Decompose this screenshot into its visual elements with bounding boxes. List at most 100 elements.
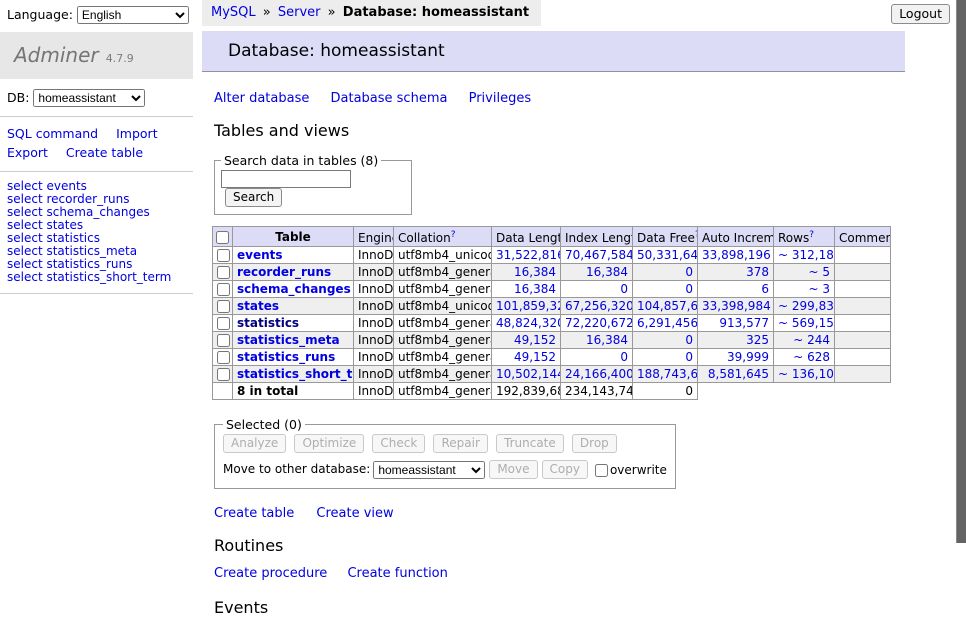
privileges-link[interactable]: Privileges bbox=[469, 91, 532, 106]
index-length-link[interactable]: 67,256,320 bbox=[565, 299, 628, 313]
sidebar-link-sql-command[interactable]: SQL command bbox=[7, 126, 98, 141]
table-link-events[interactable]: events bbox=[237, 248, 283, 262]
rows-count-link[interactable]: ~ 244 bbox=[778, 333, 830, 347]
data-length-link[interactable]: 48,824,320 bbox=[496, 316, 556, 330]
repair-button[interactable]: Repair bbox=[433, 434, 487, 453]
table-link-recorder-runs[interactable]: recorder_runs bbox=[237, 265, 331, 279]
data-free-link[interactable]: 0 bbox=[637, 350, 693, 364]
rows-count-link[interactable]: ~ 136,108 bbox=[778, 367, 830, 381]
rows-count-link[interactable]: ~ 3 bbox=[778, 282, 830, 296]
index-length-link[interactable]: 70,467,584 bbox=[565, 248, 628, 262]
collation-help-link[interactable]: ? bbox=[451, 230, 456, 240]
auto-increment-link[interactable]: 39,999 bbox=[702, 350, 769, 364]
row-checkbox[interactable] bbox=[217, 317, 230, 330]
data-free-link[interactable]: 0 bbox=[637, 265, 693, 279]
search-input[interactable] bbox=[221, 170, 351, 188]
data-length-link[interactable]: 49,152 bbox=[496, 333, 556, 347]
data-length-link[interactable]: 16,384 bbox=[496, 282, 556, 296]
create-view-link[interactable]: Create view bbox=[316, 506, 393, 521]
alter-database-link[interactable]: Alter database bbox=[214, 91, 309, 106]
db-select[interactable]: homeassistant bbox=[33, 89, 145, 107]
sidebar-item-select-schema-changes[interactable]: select schema_changes bbox=[7, 205, 150, 219]
vertical-scrollbar[interactable] bbox=[956, 0, 966, 543]
data-length-link[interactable]: 31,522,816 bbox=[496, 248, 556, 262]
truncate-button[interactable]: Truncate bbox=[496, 434, 564, 453]
sidebar-link-export[interactable]: Export bbox=[7, 145, 48, 160]
data-free-link[interactable]: 104,857,600 bbox=[637, 299, 693, 313]
data-length-link[interactable]: 49,152 bbox=[496, 350, 556, 364]
row-checkbox[interactable] bbox=[217, 334, 230, 347]
rows-count-link[interactable]: ~ 299,833 bbox=[778, 299, 830, 313]
breadcrumb-link-server[interactable]: Server bbox=[278, 5, 321, 20]
data-free-link[interactable]: 188,743,680 bbox=[637, 367, 693, 381]
copy-button[interactable]: Copy bbox=[542, 460, 588, 479]
data-free-link[interactable]: 0 bbox=[637, 282, 693, 296]
auto-increment-link[interactable]: 325 bbox=[702, 333, 769, 347]
auto-increment-link[interactable]: 913,577 bbox=[702, 316, 769, 330]
sidebar-item-select-statistics-runs[interactable]: select statistics_runs bbox=[7, 257, 132, 271]
rows-count-link[interactable]: ~ 312,180 bbox=[778, 248, 830, 262]
breadcrumb-link-mysql[interactable]: MySQL bbox=[211, 5, 256, 20]
row-checkbox[interactable] bbox=[217, 368, 230, 381]
sidebar-item-select-recorder-runs[interactable]: select recorder_runs bbox=[7, 192, 130, 206]
row-checkbox[interactable] bbox=[217, 249, 230, 262]
index-length-link[interactable]: 0 bbox=[565, 350, 628, 364]
data-free-link[interactable]: 6,291,456 bbox=[637, 316, 693, 330]
rows-help-link[interactable]: ? bbox=[809, 230, 814, 240]
table-link-states[interactable]: states bbox=[237, 299, 279, 313]
sidebar-item-select-states[interactable]: select states bbox=[7, 218, 83, 232]
table-link-schema-changes[interactable]: schema_changes bbox=[237, 282, 351, 296]
rows-count-link[interactable]: ~ 569,159 bbox=[778, 316, 830, 330]
data-length-link[interactable]: 16,384 bbox=[496, 265, 556, 279]
index-length-link[interactable]: 16,384 bbox=[565, 333, 628, 347]
row-checkbox[interactable] bbox=[217, 351, 230, 364]
sidebar-link-import[interactable]: Import bbox=[116, 126, 158, 141]
index-length-link[interactable]: 24,166,400 bbox=[565, 367, 628, 381]
optimize-button[interactable]: Optimize bbox=[294, 434, 364, 453]
create-procedure-link[interactable]: Create procedure bbox=[214, 566, 327, 581]
search-button[interactable]: Search bbox=[225, 188, 282, 207]
move-button[interactable]: Move bbox=[489, 460, 537, 479]
table-link-statistics-short-term[interactable]: statistics_short_term bbox=[237, 367, 354, 381]
auto-increment-link[interactable]: 6 bbox=[702, 282, 769, 296]
sidebar-link-create-table[interactable]: Create table bbox=[66, 145, 143, 160]
adminer-logo-bar: Adminer 4.7.9 bbox=[0, 32, 193, 79]
database-schema-link[interactable]: Database schema bbox=[331, 91, 448, 106]
auto-increment-link[interactable]: 8,581,645 bbox=[702, 367, 769, 381]
sidebar-item-select-statistics[interactable]: select statistics bbox=[7, 231, 100, 245]
index-length-link[interactable]: 16,384 bbox=[565, 265, 628, 279]
adminer-version[interactable]: 4.7.9 bbox=[106, 52, 134, 65]
index-length-link[interactable]: 72,220,672 bbox=[565, 316, 628, 330]
auto-increment-link[interactable]: 33,898,196 bbox=[702, 248, 769, 262]
table-link-statistics-meta[interactable]: statistics_meta bbox=[237, 333, 340, 347]
auto-increment-link[interactable]: 378 bbox=[702, 265, 769, 279]
sidebar-item-select-statistics-short-term[interactable]: select statistics_short_term bbox=[7, 270, 171, 284]
logout-button[interactable]: Logout bbox=[891, 4, 950, 24]
sidebar-item-select-statistics-meta[interactable]: select statistics_meta bbox=[7, 244, 137, 258]
data-free-link[interactable]: 0 bbox=[637, 333, 693, 347]
row-checkbox[interactable] bbox=[217, 266, 230, 279]
adminer-logo[interactable]: Adminer bbox=[14, 43, 99, 67]
row-checkbox[interactable] bbox=[217, 300, 230, 313]
data-length-link[interactable]: 101,859,328 bbox=[496, 299, 556, 313]
check-button[interactable]: Check bbox=[372, 434, 425, 453]
collation-cell: utf8mb4_general_ci bbox=[394, 315, 492, 332]
table-link-statistics[interactable]: statistics bbox=[237, 316, 299, 330]
language-select[interactable]: English bbox=[77, 6, 189, 24]
data-free-link[interactable]: 50,331,648 bbox=[637, 248, 693, 262]
data-length-link[interactable]: 10,502,144 bbox=[496, 367, 556, 381]
rows-count-link[interactable]: ~ 628 bbox=[778, 350, 830, 364]
move-database-select[interactable]: homeassistant bbox=[373, 461, 485, 479]
analyze-button[interactable]: Analyze bbox=[223, 434, 286, 453]
drop-button[interactable]: Drop bbox=[572, 434, 617, 453]
create-function-link[interactable]: Create function bbox=[347, 566, 447, 581]
sidebar-item-select-events[interactable]: select events bbox=[7, 179, 87, 193]
index-length-link[interactable]: 0 bbox=[565, 282, 628, 296]
rows-count-link[interactable]: ~ 5 bbox=[778, 265, 830, 279]
overwrite-checkbox[interactable] bbox=[595, 464, 608, 477]
auto-increment-link[interactable]: 33,398,984 bbox=[702, 299, 769, 313]
create-table-link[interactable]: Create table bbox=[214, 506, 294, 521]
select-all-checkbox[interactable] bbox=[216, 231, 229, 244]
table-link-statistics-runs[interactable]: statistics_runs bbox=[237, 350, 335, 364]
row-checkbox[interactable] bbox=[217, 283, 230, 296]
